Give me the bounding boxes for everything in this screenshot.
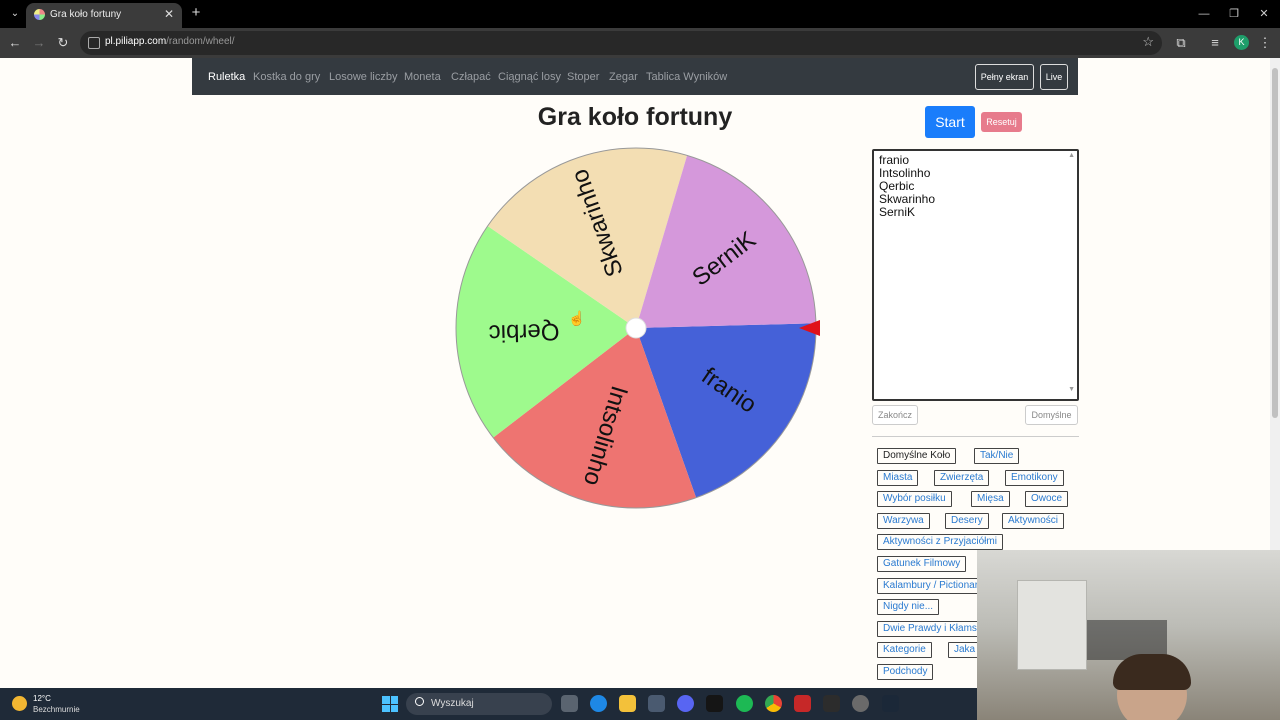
close-window-icon[interactable]: ✕ [1256,6,1272,22]
preset-chip[interactable]: Owoce [1025,491,1069,507]
scroll-up-icon[interactable]: ▲ [1068,152,1075,159]
weather-temperature[interactable]: 12°C [33,694,51,703]
app-dark-icon[interactable] [823,695,840,712]
scroll-down-icon[interactable]: ▼ [1068,386,1075,393]
discord-icon[interactable] [677,695,694,712]
address-bar[interactable]: pl.piliapp.com/random/wheel/ ☆ [80,31,1162,55]
entry-line: SerniK [879,205,916,219]
live-button[interactable]: Live [1040,64,1068,90]
media-controls-icon[interactable]: ≡ [1206,34,1224,52]
task-view-icon[interactable] [561,695,578,712]
preset-chip[interactable]: Tak/Nie [974,448,1020,464]
divider [872,436,1079,437]
profile-avatar[interactable]: K [1234,35,1249,50]
windows-taskbar: 12°C Bezchmurnie Wyszukaj [0,688,977,720]
default-entries-button[interactable]: Domyślne [1025,405,1078,425]
browser-menu-icon[interactable]: ⋮ [1256,34,1274,52]
file-explorer-icon[interactable] [619,695,636,712]
tab-title: Gra koło fortuny [50,9,122,20]
reload-icon[interactable]: ↻ [54,34,72,52]
site-navbar: Ruletka Kostka do gry Losowe liczby Mone… [192,58,1078,95]
page-title: Gra koło fortuny [537,103,733,131]
webcam-overlay [977,550,1280,720]
nav-link-ciagnac-losy[interactable]: Ciągnąć losy [498,71,561,83]
preset-chip[interactable]: Wybór posiłku [877,491,952,507]
back-arrow-icon[interactable]: ← [6,34,24,52]
start-button[interactable]: Start [925,106,975,138]
webcam-background-door [1017,580,1087,670]
restore-icon[interactable]: ❐ [1226,6,1242,22]
preset-chip[interactable]: Aktywności [1002,513,1065,529]
preset-chip[interactable]: Zwierzęta [934,470,990,486]
nav-link-ruletka[interactable]: Ruletka [208,71,245,83]
tab-search-icon[interactable]: ⌄ [6,5,24,23]
preset-chip[interactable]: Warzywa [877,513,930,529]
entries-textarea[interactable]: franio Intsolinho Qerbic Skwarinho Serni… [872,149,1079,401]
spotify-icon[interactable] [736,695,753,712]
nav-link-kostka[interactable]: Kostka do gry [253,71,320,83]
extensions-icon[interactable]: ⧉ [1172,34,1190,52]
store-icon[interactable] [648,695,665,712]
webcam-person-hair [1113,654,1191,690]
taskbar-search[interactable]: Wyszukaj [406,693,552,715]
browser-tab-bar: ⌄ Gra koło fortuny ✕ + — ❐ ✕ [0,0,1280,28]
minimize-icon[interactable]: — [1196,6,1212,22]
taskbar-search-placeholder: Wyszukaj [431,698,474,709]
app-gray-icon[interactable] [852,695,869,712]
search-icon [415,697,424,706]
nav-link-losowe-liczby[interactable]: Losowe liczby [329,71,397,83]
finish-button[interactable]: Zakończ [872,405,918,425]
preset-chip[interactable]: Mięsa [971,491,1010,507]
preset-chip[interactable]: Kalambury / Pictionary [877,578,990,594]
favicon-icon [34,9,45,20]
wheel-center-hub[interactable] [625,317,647,339]
browser-toolbar: ← → ↻ pl.piliapp.com/random/wheel/ ☆ ⧉ ≡… [0,28,1280,58]
preset-chip[interactable]: Miasta [877,470,919,486]
jetbrains-icon[interactable] [706,695,723,712]
preset-chip[interactable]: Nigdy nie... [877,599,940,615]
chrome-icon[interactable] [765,695,782,712]
forward-arrow-icon[interactable]: → [30,34,48,52]
windows-start-icon[interactable] [382,696,398,712]
steam-icon[interactable] [882,695,899,712]
mouse-cursor-icon: ☝ [568,309,585,327]
preset-chip[interactable]: Desery [945,513,989,529]
weather-description[interactable]: Bezchmurnie [33,705,80,714]
preset-chip[interactable]: Domyślne Koło [877,448,957,464]
nav-link-zegar[interactable]: Zegar [609,71,638,83]
preset-chip[interactable]: Emotikony [1005,470,1064,486]
scrollbar-thumb[interactable] [1272,68,1278,418]
preset-chip[interactable]: Aktywności z Przyjaciółmi [877,534,1003,550]
nav-link-moneta[interactable]: Moneta [404,71,441,83]
page-scrollbar[interactable] [1270,58,1280,550]
preset-chip[interactable]: Gatunek Filmowy [877,556,967,572]
close-tab-icon[interactable]: ✕ [164,7,174,21]
nav-link-czlapac[interactable]: Człapać [451,71,491,83]
site-info-icon[interactable] [88,37,100,49]
preset-chip[interactable]: Kategorie [877,642,932,658]
browser-tab[interactable]: Gra koło fortuny ✕ [26,3,182,28]
edge-icon[interactable] [590,695,607,712]
weather-moon-icon[interactable] [12,696,27,711]
new-tab-icon[interactable]: + [188,4,204,22]
preset-chip[interactable]: Podchody [877,664,934,680]
fullscreen-button[interactable]: Pełny ekran [975,64,1034,90]
url-text[interactable]: pl.piliapp.com/random/wheel/ [105,36,235,47]
bookmark-star-icon[interactable]: ☆ [1142,34,1154,50]
fortune-wheel[interactable]: franioIntsolinhoQerbicSkwarinho SerniK ☝ [453,147,823,517]
nav-link-stoper[interactable]: Stoper [567,71,599,83]
app-red-icon[interactable] [794,695,811,712]
nav-link-tablica-wynikow[interactable]: Tablica Wyników [646,71,727,83]
reset-button[interactable]: Resetuj [981,112,1022,132]
wheel-segment-label: Qerbic [488,318,559,347]
